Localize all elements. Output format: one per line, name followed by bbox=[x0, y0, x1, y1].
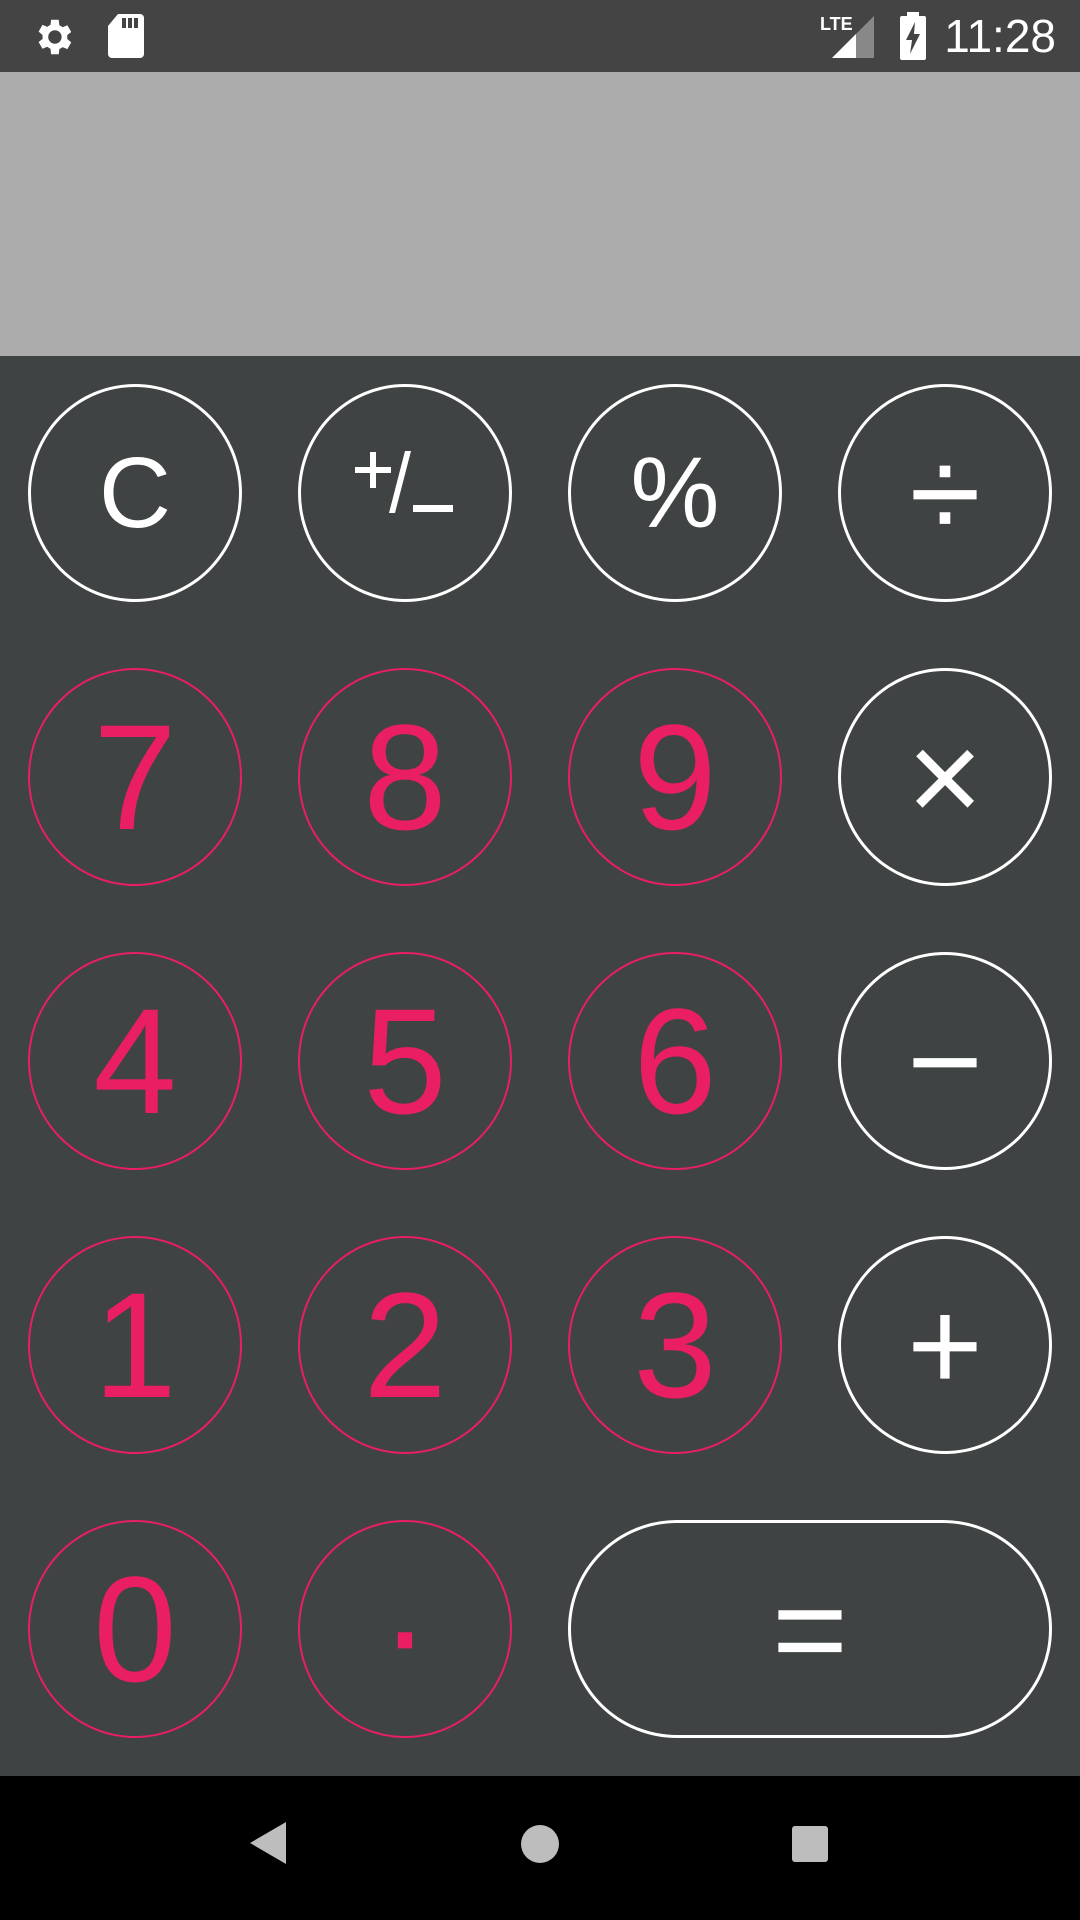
digit-9-button[interactable]: 9 bbox=[568, 668, 782, 886]
recents-icon[interactable] bbox=[792, 1826, 828, 1867]
decimal-button[interactable]: · bbox=[298, 1520, 512, 1738]
navigation-bar bbox=[0, 1776, 1080, 1920]
digit-4-button[interactable]: 4 bbox=[28, 952, 242, 1170]
digit-5-button[interactable]: 5 bbox=[298, 952, 512, 1170]
back-icon[interactable] bbox=[248, 1820, 290, 1871]
calculator-display bbox=[0, 72, 1080, 356]
network-type-label: LTE bbox=[820, 14, 853, 34]
lte-signal-icon: LTE bbox=[818, 12, 876, 65]
divide-button[interactable]: ÷ bbox=[838, 384, 1052, 602]
settings-gear-icon bbox=[30, 14, 76, 65]
sd-card-icon bbox=[106, 12, 146, 65]
status-bar: LTE 11:28 bbox=[0, 0, 1080, 72]
minus-button[interactable]: − bbox=[838, 952, 1052, 1170]
digit-1-button[interactable]: 1 bbox=[28, 1236, 242, 1454]
percent-button[interactable]: % bbox=[568, 384, 782, 602]
status-time: 11:28 bbox=[944, 10, 1056, 62]
clear-button[interactable]: C bbox=[28, 384, 242, 602]
digit-7-button[interactable]: 7 bbox=[28, 668, 242, 886]
battery-charging-icon bbox=[898, 12, 928, 65]
home-icon[interactable] bbox=[520, 1824, 560, 1869]
digit-8-button[interactable]: 8 bbox=[298, 668, 512, 886]
equals-button[interactable]: = bbox=[568, 1520, 1052, 1738]
plus-minus-icon bbox=[345, 431, 465, 555]
multiply-button[interactable]: × bbox=[838, 668, 1052, 886]
plus-minus-button[interactable] bbox=[298, 384, 512, 602]
digit-0-button[interactable]: 0 bbox=[28, 1520, 242, 1738]
digit-2-button[interactable]: 2 bbox=[298, 1236, 512, 1454]
keypad: C % ÷ 7 8 9 × 4 5 6 − 1 2 3 + 0 · = bbox=[0, 356, 1080, 1776]
digit-6-button[interactable]: 6 bbox=[568, 952, 782, 1170]
digit-3-button[interactable]: 3 bbox=[568, 1236, 782, 1454]
plus-button[interactable]: + bbox=[838, 1236, 1052, 1454]
